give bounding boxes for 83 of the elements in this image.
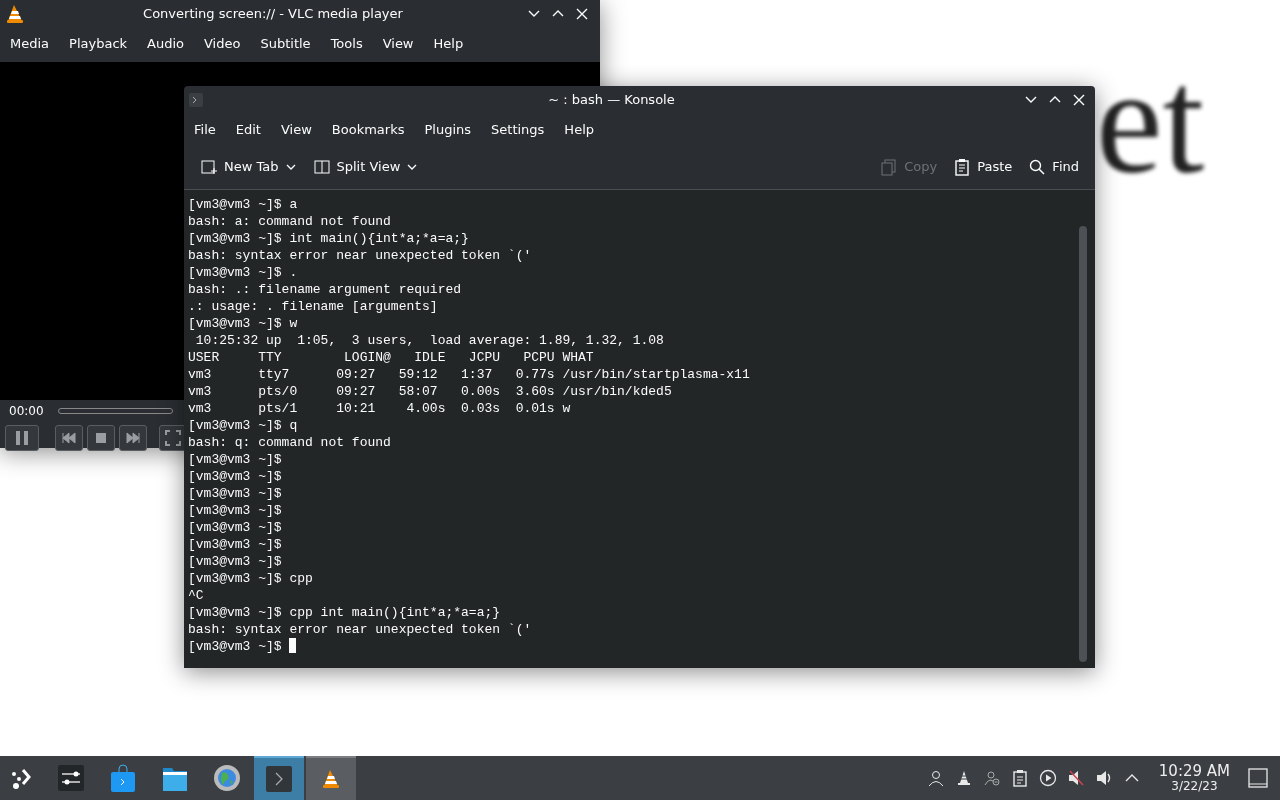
terminal-line: [vm3@vm3 ~]$ [188, 467, 283, 485]
taskbar-item[interactable] [254, 756, 304, 800]
terminal-line: bash: a: command not found [188, 212, 392, 230]
fullscreen-button[interactable] [159, 424, 187, 451]
menu-item[interactable]: Settings [481, 116, 555, 144]
close-icon [1071, 92, 1087, 108]
sliders-icon [57, 764, 85, 792]
pause-button[interactable] [5, 424, 39, 451]
new-tab-icon [200, 158, 218, 176]
stop-button[interactable] [87, 424, 115, 451]
toolbar-button[interactable]: New Tab [194, 153, 303, 181]
clipboard-icon [953, 158, 972, 176]
terminal-line: [vm3@vm3 ~]$ q [188, 416, 299, 434]
menu-item[interactable]: Video [194, 30, 251, 58]
terminal-line: vm3 pts/1 10:21 4.00s 0.03s 0.01s w [188, 399, 572, 417]
speaker-muted-icon[interactable] [1066, 769, 1085, 787]
terminal-line: [vm3@vm3 ~]$ [188, 484, 283, 502]
terminal-line: [vm3@vm3 ~]$ cpp int main(){int*a;*a=a;} [188, 603, 502, 621]
window-title: Converting screen:// - VLC media player [142, 5, 404, 24]
clock-date: 3/22/23 [1171, 779, 1218, 793]
terminal-line: [vm3@vm3 ~]$ [188, 450, 283, 468]
previous-button[interactable] [55, 424, 83, 451]
terminal-line: vm3 pts/0 09:27 58:07 0.00s 3.60s /usr/bin/kded5 [188, 382, 673, 400]
menu-item[interactable]: Subtitle [250, 30, 321, 58]
window-title: ~ : bash — Konsole [547, 91, 676, 110]
terminal-line: bash: q: command not found [188, 433, 392, 451]
traffic-cone-icon [322, 769, 340, 789]
toolbar-button[interactable]: Split View [306, 153, 425, 181]
terminal-line: [vm3@vm3 ~]$ [188, 501, 283, 519]
show-desktop-icon[interactable] [1248, 768, 1268, 788]
globe-icon [213, 764, 241, 792]
menu-item[interactable]: Playback [59, 30, 138, 58]
menu-item[interactable]: Tools [320, 30, 373, 58]
menu-item[interactable]: Edit [225, 116, 271, 144]
terminal-line: [vm3@vm3 ~]$ w [188, 314, 299, 332]
background-text: et [1096, 46, 1205, 196]
terminal-line: bash: .: filename argument required [188, 280, 463, 298]
terminal-line: 10:25:32 up 1:05, 3 users, load average: 1.89, 1.32, 1.08 [194, 331, 665, 349]
person-icon[interactable] [926, 769, 945, 787]
play-icon[interactable] [1038, 769, 1057, 787]
terminal-line: bash: syntax error near unexpected token `(' [188, 246, 533, 264]
terminal-line: [vm3@vm3 ~]$ int main(){int*a;*a=a;} [188, 229, 470, 247]
time-label: 00:00 [9, 402, 44, 420]
shopping-bag-icon [109, 764, 137, 792]
terminal-line: USER TTY LOGIN@ IDLE JCPU PCPU WHAT [188, 348, 595, 366]
menu-item[interactable]: Plugins [414, 116, 482, 144]
close-icon [574, 6, 590, 22]
menu-item[interactable]: View [372, 30, 424, 58]
toolbar-button[interactable]: Paste [947, 153, 1019, 181]
terminal-line: .: usage: . filename [arguments] [188, 297, 439, 315]
terminal-icon [265, 765, 293, 793]
terminal-line: [vm3@vm3 ~]$ [188, 518, 283, 536]
clipboard-icon[interactable] [1010, 769, 1029, 787]
terminal-line: [vm3@vm3 ~]$ [188, 552, 283, 570]
taskbar-item[interactable] [306, 756, 356, 800]
menu-item[interactable]: Audio [137, 30, 194, 58]
toolbar-button[interactable]: Find [1022, 153, 1085, 181]
copy-icon [880, 158, 899, 176]
menu-item[interactable]: Bookmarks [321, 116, 415, 144]
menu-item[interactable]: View [270, 116, 322, 144]
terminal-line: [vm3@vm3 ~]$ [188, 535, 283, 553]
menu-item[interactable]: Help [423, 30, 474, 58]
terminal-line: vm3 tty7 09:27 59:12 1:37 0.77s /usr/bin/startplasma-x11 [188, 365, 751, 383]
clock[interactable]: 10:29 AM 3/22/23 [1158, 763, 1230, 793]
menu-item[interactable]: Media [0, 30, 60, 58]
split-view-icon [312, 158, 331, 176]
terminal-line: [vm3@vm3 ~]$ a [188, 195, 299, 213]
menu-item[interactable]: File [184, 116, 226, 144]
menu-item[interactable]: Help [554, 116, 604, 144]
terminal-icon [188, 92, 204, 108]
speaker-icon[interactable] [1094, 769, 1113, 787]
terminal-line: ^C [188, 586, 205, 604]
terminal-line: [vm3@vm3 ~]$ . [188, 263, 299, 281]
terminal-line: [vm3@vm3 ~]$ cpp [188, 569, 314, 587]
search-icon [1028, 158, 1047, 176]
terminal-line: [vm3@vm3 ~]$ [188, 637, 1079, 655]
traffic-cone-icon [6, 4, 24, 24]
terminal-line: bash: syntax error near unexpected token `(' [188, 620, 533, 638]
next-button[interactable] [119, 424, 147, 451]
text-cursor [289, 637, 297, 653]
clock-time: 10:29 AM [1158, 763, 1230, 780]
person-icon[interactable] [982, 769, 1001, 787]
scrollbar[interactable] [1079, 225, 1087, 662]
